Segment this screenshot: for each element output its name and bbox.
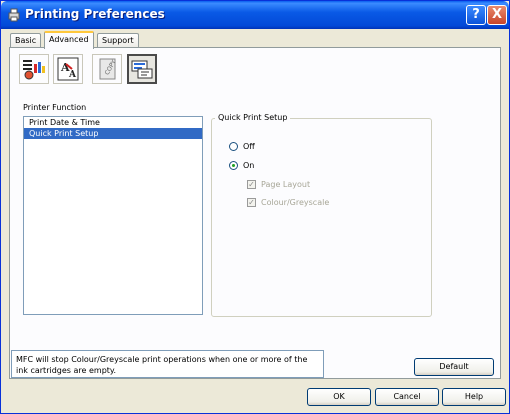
page-layout-checkbox[interactable]: ✓ <box>247 180 256 189</box>
quick-print-setup-title: Quick Print Setup <box>215 113 291 122</box>
printer-function-icon-button[interactable] <box>127 54 157 84</box>
default-button[interactable]: Default <box>414 358 494 376</box>
printer-function-listbox[interactable]: Print Date & Time Quick Print Setup <box>23 116 203 315</box>
list-item-quick-print-setup[interactable]: Quick Print Setup <box>24 128 202 139</box>
printer-function-label: Printer Function <box>23 103 87 112</box>
colour-greyscale-checkbox[interactable]: ✓ <box>247 198 256 207</box>
cancel-button[interactable]: Cancel <box>375 388 439 406</box>
function-icon <box>131 60 153 79</box>
quality-icon-button[interactable] <box>19 54 49 84</box>
tab-advanced[interactable]: Advanced <box>44 31 94 49</box>
copy-icon-button[interactable]: COPY <box>92 54 122 84</box>
colour-greyscale-label: Colour/Greyscale <box>261 198 330 207</box>
on-label: On <box>243 161 255 170</box>
on-radio[interactable] <box>229 161 238 170</box>
off-label: Off <box>243 142 255 151</box>
scaling-icon-button[interactable]: A A <box>53 54 83 84</box>
tab-basic[interactable]: Basic <box>10 33 42 48</box>
printing-preferences-window: Printing Preferences ? X Basic Advanced … <box>0 0 510 414</box>
copy-icon: COPY <box>99 58 118 80</box>
page-layout-label: Page Layout <box>261 180 311 189</box>
close-button[interactable]: X <box>487 5 507 25</box>
window-title: Printing Preferences <box>25 7 165 21</box>
quality-icon <box>23 60 45 80</box>
help-title-button[interactable]: ? <box>466 5 486 25</box>
ok-button[interactable]: OK <box>307 388 371 406</box>
off-radio[interactable] <box>229 142 238 151</box>
info-message: MFC will stop Colour/Greyscale print ope… <box>11 350 324 378</box>
tab-support[interactable]: Support <box>97 33 139 48</box>
help-button[interactable]: Help <box>442 388 506 406</box>
title-bar[interactable]: Printing Preferences ? X <box>1 1 509 29</box>
svg-text:A: A <box>68 70 77 80</box>
printer-app-icon <box>8 8 20 22</box>
list-item-print-date-time[interactable]: Print Date & Time <box>24 117 202 128</box>
scaling-icon: A A <box>57 57 79 81</box>
